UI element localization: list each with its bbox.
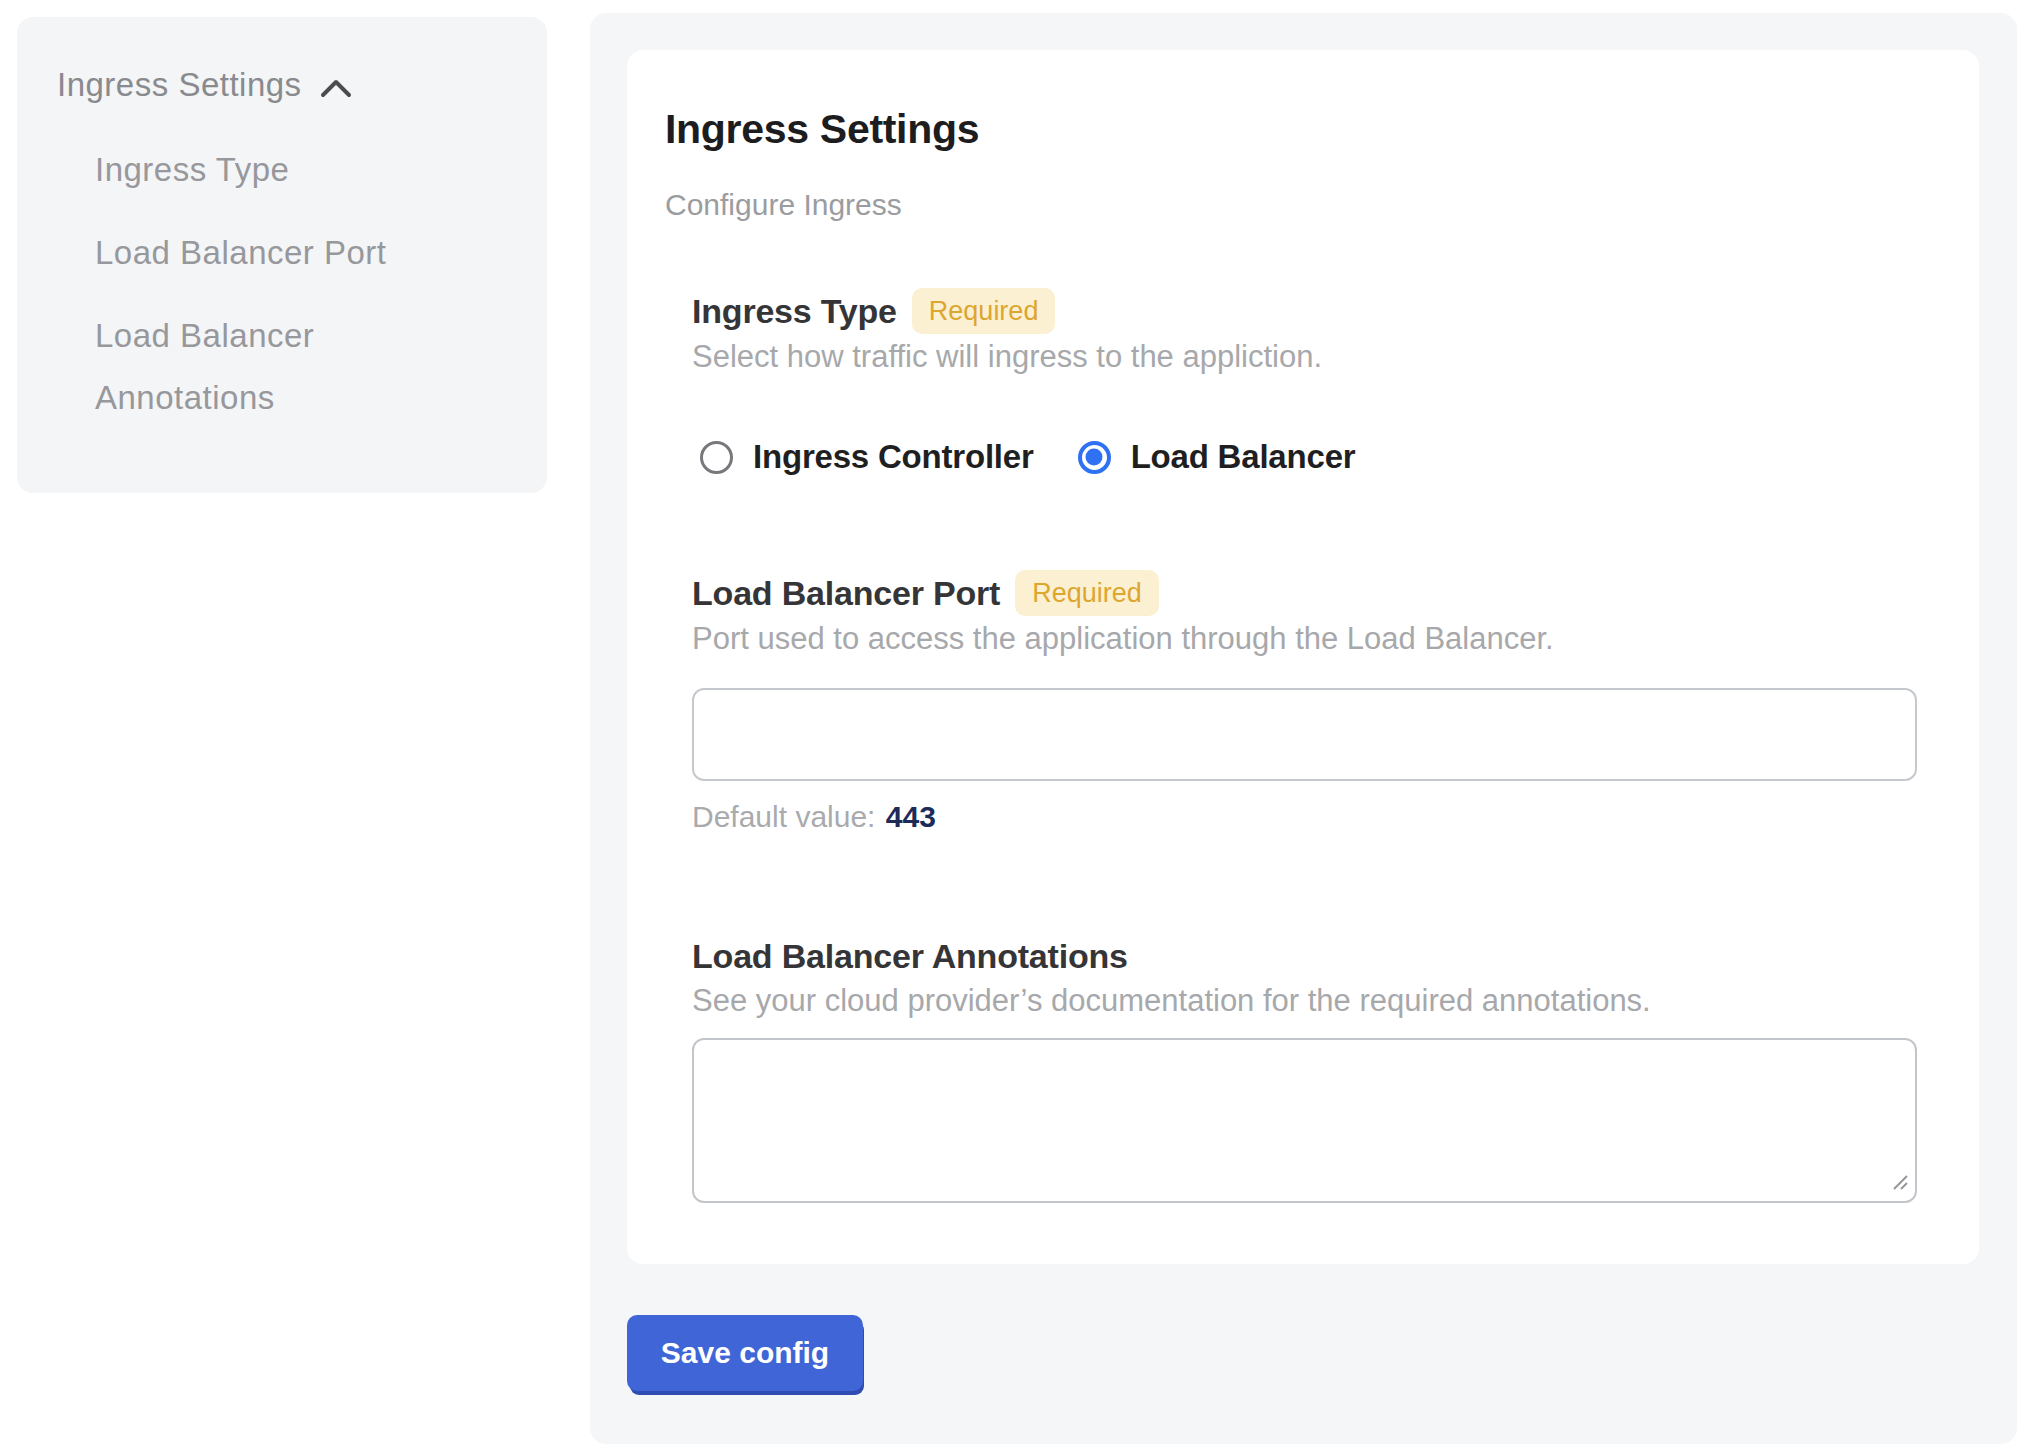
main-panel: Ingress Settings Configure Ingress Ingre… bbox=[590, 13, 2017, 1444]
field-load-balancer-annotations: Load Balancer Annotations See your cloud… bbox=[692, 934, 1917, 1203]
radio-load-balancer[interactable] bbox=[1078, 441, 1111, 474]
sidebar-item-load-balancer-annotations[interactable]: Load Balancer Annotations bbox=[95, 305, 440, 429]
radio-label-load-balancer: Load Balancer bbox=[1131, 438, 1356, 476]
sidebar-group-ingress-settings[interactable]: Ingress Settings bbox=[57, 64, 517, 106]
save-config-button[interactable]: Save config bbox=[627, 1315, 863, 1391]
default-value-row: Default value: 443 bbox=[692, 797, 1917, 837]
field-description-ingress-type: Select how traffic will ingress to the a… bbox=[692, 336, 1917, 378]
settings-nav-sidebar: Ingress Settings Ingress Type Load Balan… bbox=[17, 17, 547, 493]
field-description-load-balancer-port: Port used to access the application thro… bbox=[692, 618, 1917, 660]
sidebar-items: Ingress Type Load Balancer Port Load Bal… bbox=[57, 139, 517, 429]
radio-label-ingress-controller: Ingress Controller bbox=[753, 438, 1034, 476]
radio-option-load-balancer[interactable]: Load Balancer bbox=[1078, 438, 1356, 476]
field-label-load-balancer-port: Load Balancer Port bbox=[692, 574, 1000, 613]
default-value: 443 bbox=[886, 800, 936, 833]
sidebar-group-label: Ingress Settings bbox=[57, 64, 302, 106]
load-balancer-annotations-textarea[interactable] bbox=[692, 1038, 1917, 1203]
sidebar-item-load-balancer-port[interactable]: Load Balancer Port bbox=[95, 222, 440, 284]
resize-handle-icon[interactable] bbox=[1888, 1170, 1912, 1198]
radio-ingress-controller[interactable] bbox=[700, 441, 733, 474]
field-description-load-balancer-annotations: See your cloud provider’s documentation … bbox=[692, 980, 1917, 1022]
field-label-load-balancer-annotations: Load Balancer Annotations bbox=[692, 937, 1128, 976]
ingress-type-radio-group: Ingress Controller Load Balancer bbox=[692, 440, 1917, 474]
ingress-settings-card: Ingress Settings Configure Ingress Ingre… bbox=[627, 50, 1979, 1264]
default-value-label: Default value: bbox=[692, 800, 875, 833]
load-balancer-port-input[interactable] bbox=[692, 688, 1917, 781]
field-ingress-type: Ingress Type Required Select how traffic… bbox=[692, 288, 1917, 474]
required-badge: Required bbox=[1015, 570, 1159, 616]
radio-option-ingress-controller[interactable]: Ingress Controller bbox=[700, 438, 1034, 476]
field-label-ingress-type: Ingress Type bbox=[692, 292, 897, 331]
chevron-up-icon[interactable] bbox=[320, 78, 352, 98]
field-load-balancer-port: Load Balancer Port Required Port used to… bbox=[692, 570, 1917, 837]
required-badge: Required bbox=[912, 288, 1056, 334]
sidebar-item-ingress-type[interactable]: Ingress Type bbox=[95, 139, 440, 201]
page-subtitle: Configure Ingress bbox=[665, 185, 1979, 225]
page-title: Ingress Settings bbox=[665, 104, 1979, 154]
